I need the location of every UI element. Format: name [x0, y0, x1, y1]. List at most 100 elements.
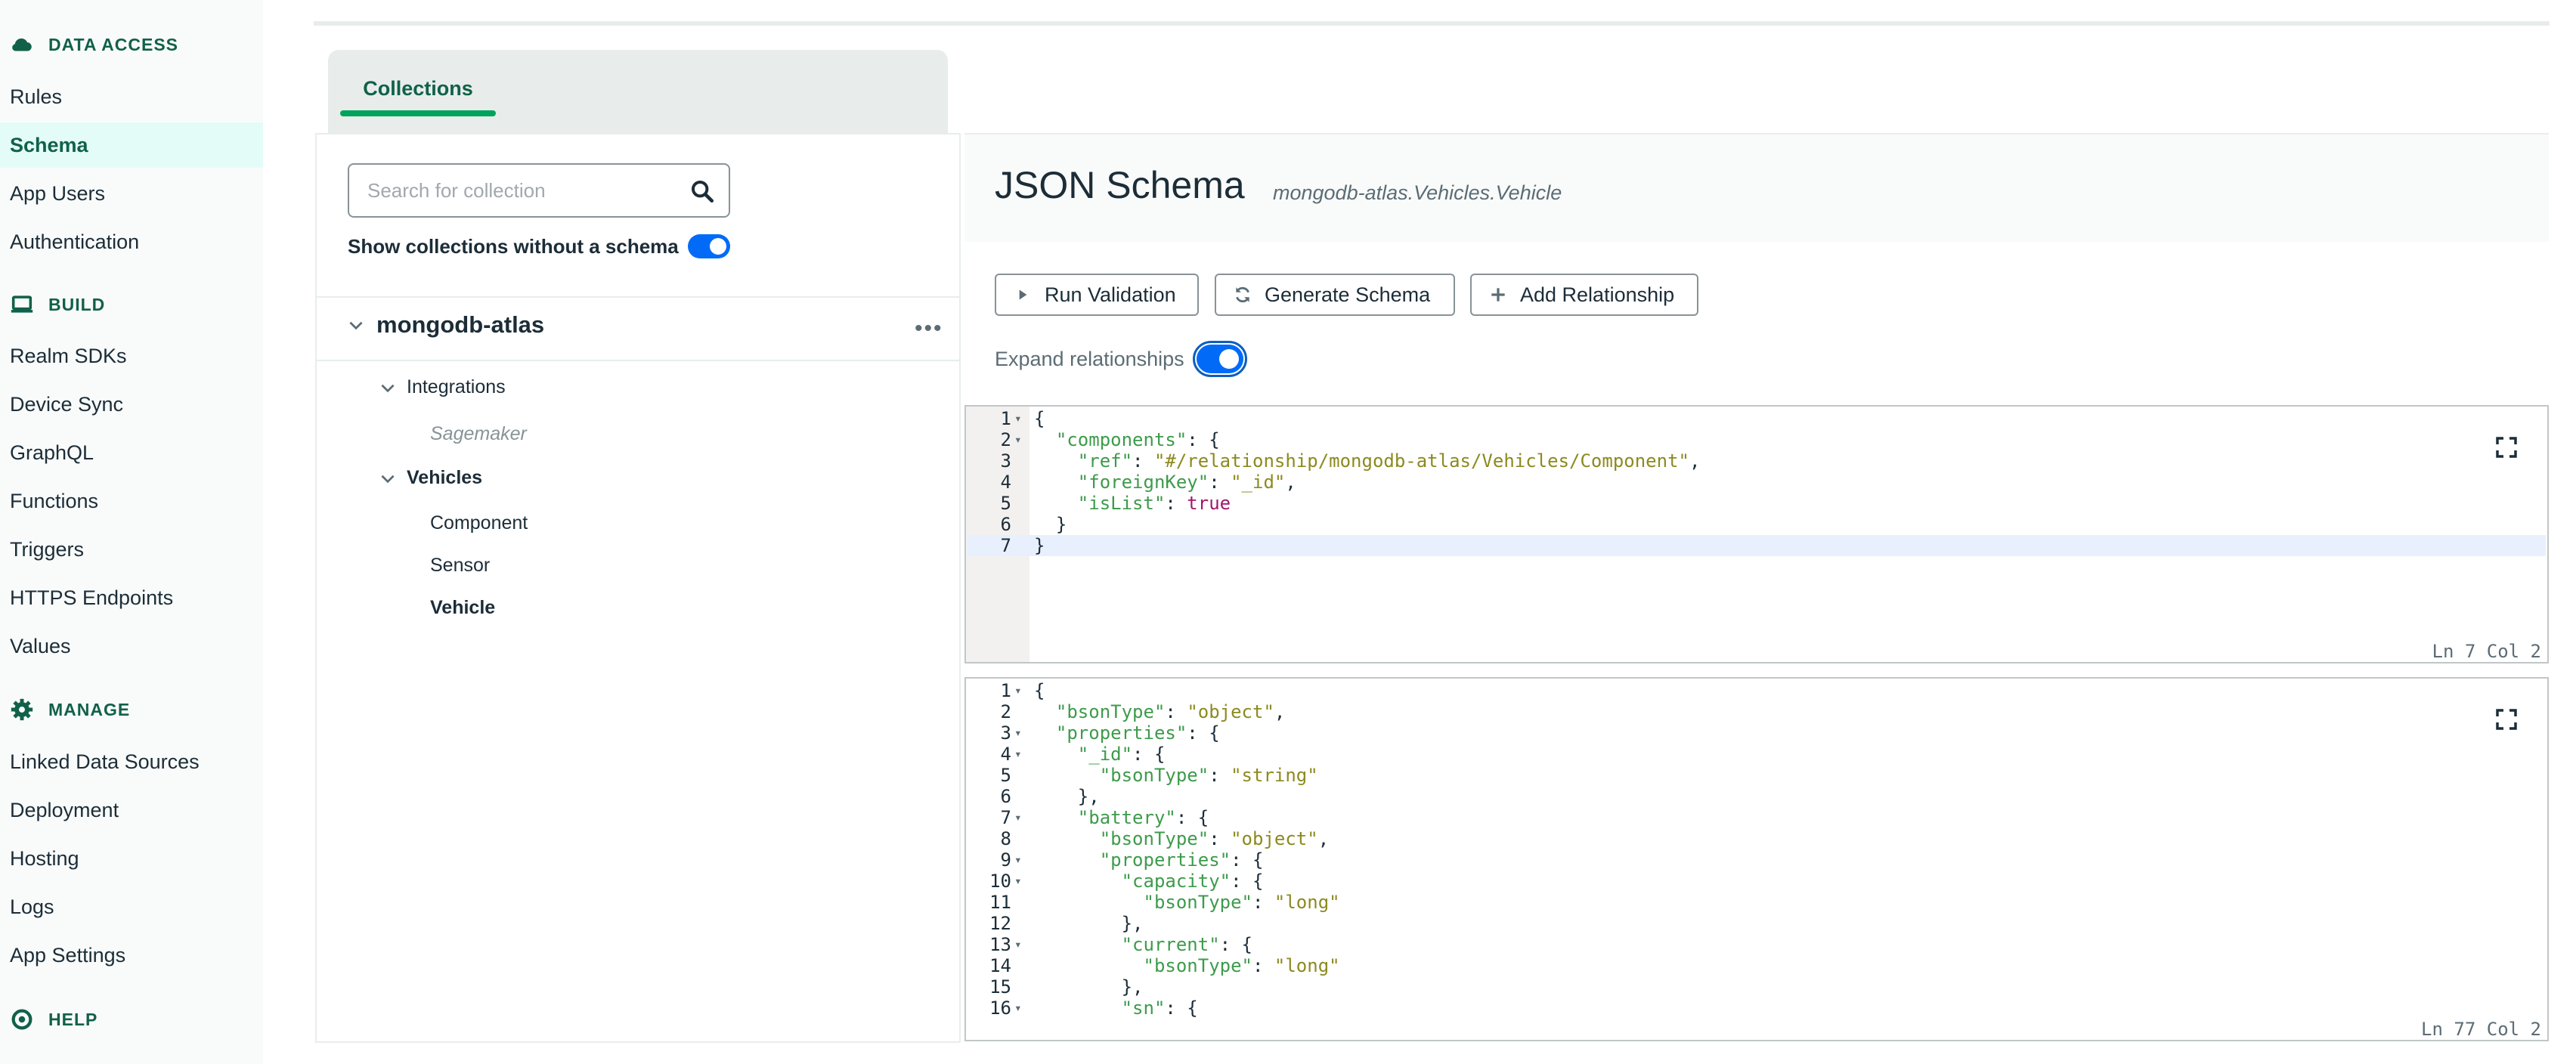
- expand-relationships-toggle[interactable]: [1192, 341, 1247, 377]
- line-number: 1: [1000, 408, 1011, 429]
- cursor-position: Ln 7 Col 2: [2432, 641, 2542, 662]
- sidebar-item-linked-data-sources[interactable]: Linked Data Sources: [0, 739, 263, 784]
- run-validation-button[interactable]: Run Validation: [995, 274, 1199, 316]
- code-text: {: [1034, 680, 1045, 701]
- sidebar-item-logs[interactable]: Logs: [0, 884, 263, 929]
- fold-toggle-icon[interactable]: ▾: [1014, 871, 1022, 892]
- line-number: 7: [1000, 535, 1011, 556]
- sidebar-item-rules[interactable]: Rules: [0, 74, 263, 119]
- code-text: "battery": {: [1077, 807, 1209, 828]
- generate-schema-button[interactable]: Generate Schema: [1215, 274, 1455, 316]
- sidebar-item-triggers[interactable]: Triggers: [0, 527, 263, 572]
- expand-relationships-row: Expand relationships: [995, 341, 1247, 377]
- relationship-editor[interactable]: 1 ▾ {2 ▾ "components": {3 "ref": "#/relatio…: [964, 405, 2549, 663]
- collection-search[interactable]: [348, 163, 730, 218]
- line-number: 2: [1000, 429, 1011, 450]
- fold-toggle-icon[interactable]: ▾: [1014, 744, 1022, 765]
- line-number: 3: [1000, 722, 1011, 744]
- code-text: },: [1034, 976, 1144, 998]
- section-data-access: DATA ACCESS: [9, 32, 178, 57]
- sidebar-item-deployment[interactable]: Deployment: [0, 787, 263, 833]
- show-without-schema-row: Show collections without a schema: [348, 234, 730, 258]
- plus-icon: [1491, 288, 1505, 302]
- sidebar-item-app-settings[interactable]: App Settings: [0, 933, 263, 978]
- search-icon[interactable]: [689, 178, 715, 204]
- add-relationship-button[interactable]: Add Relationship: [1470, 274, 1698, 316]
- chevron-down-icon[interactable]: [378, 469, 398, 488]
- tree-item-sensor[interactable]: Sensor: [430, 555, 490, 577]
- code-text: "capacity": {: [1121, 871, 1264, 892]
- fold-toggle-icon[interactable]: ▾: [1014, 998, 1022, 1019]
- chevron-down-icon[interactable]: [346, 315, 366, 335]
- sidebar-item-authentication[interactable]: Authentication: [0, 219, 263, 264]
- database-name: mongodb-atlas: [376, 311, 545, 338]
- tree-item-vehicle[interactable]: Vehicle: [430, 597, 495, 619]
- sidebar-item-device-sync[interactable]: Device Sync: [0, 382, 263, 427]
- cursor-position: Ln 77 Col 2: [2421, 1019, 2541, 1040]
- tree-item-sagemaker[interactable]: Sagemaker: [430, 423, 527, 445]
- line-number: 6: [1000, 514, 1011, 535]
- gear-icon: [11, 698, 33, 721]
- line-number: 13: [989, 934, 1011, 955]
- fold-toggle-icon[interactable]: ▾: [1014, 807, 1022, 828]
- top-divider: [314, 21, 2550, 26]
- line-number: 7: [1000, 807, 1011, 828]
- show-without-schema-toggle[interactable]: [687, 234, 730, 258]
- fold-toggle-icon[interactable]: ▾: [1014, 408, 1022, 429]
- more-options-icon[interactable]: •••: [915, 316, 943, 342]
- tab-active-indicator: [340, 110, 496, 116]
- sidebar-item-graphql[interactable]: GraphQL: [0, 430, 263, 475]
- sidebar-item-https-endpoints[interactable]: HTTPS Endpoints: [0, 575, 263, 620]
- sidebar-item-realm-sdks[interactable]: Realm SDKs: [0, 333, 263, 379]
- play-icon: [1019, 289, 1027, 300]
- laptop-icon: [11, 295, 33, 313]
- code-text: "current": {: [1121, 934, 1252, 955]
- sidebar-item-functions[interactable]: Functions: [0, 478, 263, 524]
- fullscreen-icon[interactable]: [2494, 435, 2519, 459]
- tab-collections[interactable]: Collections: [340, 60, 496, 116]
- sidebar-item-schema[interactable]: Schema: [0, 122, 263, 168]
- fullscreen-icon[interactable]: [2494, 707, 2519, 732]
- code-text: },: [1034, 913, 1144, 934]
- sidebar: DATA ACCESS Rules Schema App Users Authe…: [0, 0, 263, 1064]
- code-text: "bsonType": "object",: [1055, 701, 1286, 722]
- line-number: 5: [1000, 765, 1011, 786]
- code-text: "sn": {: [1121, 998, 1198, 1019]
- section-help: HELP: [9, 1007, 98, 1032]
- tree-database[interactable]: mongodb-atlas: [346, 311, 544, 339]
- section-manage: MANAGE: [9, 697, 130, 722]
- code-text: "bsonType": "object",: [1099, 828, 1330, 849]
- line-number: 10: [989, 871, 1011, 892]
- fold-toggle-icon[interactable]: ▾: [1014, 429, 1022, 450]
- line-number: 4: [1000, 472, 1011, 493]
- section-build: BUILD: [9, 292, 105, 317]
- code-text: }: [1034, 535, 1045, 556]
- fold-toggle-icon[interactable]: ▾: [1014, 722, 1022, 744]
- collections-panel: [315, 133, 961, 1043]
- divider: [317, 296, 959, 298]
- sidebar-item-hosting[interactable]: Hosting: [0, 836, 263, 881]
- chevron-down-icon[interactable]: [378, 378, 398, 397]
- line-number: 15: [989, 976, 1011, 998]
- tree-item-component[interactable]: Component: [430, 512, 528, 534]
- support-icon: [11, 1009, 33, 1030]
- line-number: 14: [989, 955, 1011, 976]
- fold-toggle-icon[interactable]: ▾: [1014, 849, 1022, 871]
- search-input[interactable]: [367, 178, 670, 203]
- schema-editor[interactable]: 1 ▾{2 "bsonType": "object", 3 ▾ "properties…: [964, 677, 2549, 1041]
- tree-group-integrations[interactable]: Integrations: [378, 376, 506, 398]
- sidebar-item-app-users[interactable]: App Users: [0, 171, 263, 216]
- tree-group-vehicles[interactable]: Vehicles: [378, 467, 482, 489]
- code-text: "_id": {: [1077, 744, 1166, 765]
- code-text: },: [1034, 786, 1100, 807]
- fold-toggle-icon[interactable]: ▾: [1014, 934, 1022, 955]
- fold-toggle-icon[interactable]: ▾: [1014, 680, 1022, 701]
- sidebar-item-values[interactable]: Values: [0, 623, 263, 669]
- divider: [317, 360, 959, 361]
- line-number: 12: [989, 913, 1011, 934]
- code-text: "bsonType": "long": [1143, 892, 1340, 913]
- line-number: 3: [1000, 450, 1011, 472]
- code-text: "foreignKey": "_id",: [1077, 472, 1296, 493]
- show-without-schema-label: Show collections without a schema: [348, 234, 679, 258]
- page-title: JSON Schema: [995, 164, 1245, 206]
